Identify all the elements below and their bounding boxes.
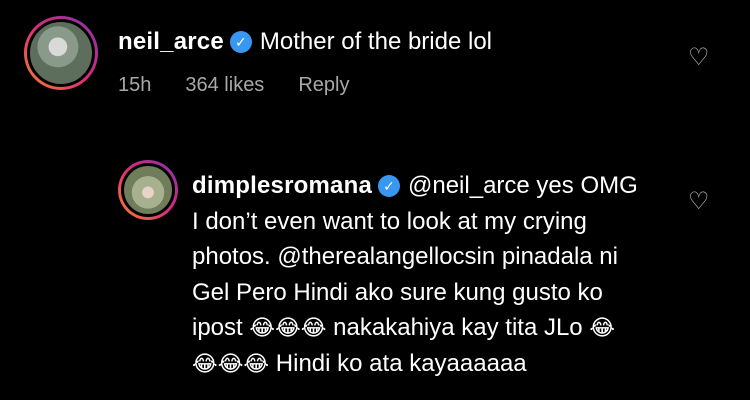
verified-icon: ✓ bbox=[378, 175, 400, 197]
reply-text-ipost: ipost bbox=[192, 314, 243, 341]
avatar-dimplesromana[interactable] bbox=[118, 160, 178, 220]
heart-icon[interactable]: ♡ bbox=[688, 190, 710, 214]
comment-timestamp: 15h bbox=[118, 74, 152, 96]
comment-meta: 15h 364 likes Reply bbox=[118, 74, 383, 97]
avatar-image bbox=[27, 19, 95, 87]
comment-reply-button[interactable]: Reply bbox=[298, 74, 349, 96]
laughing-emoji-icon: 😂 bbox=[589, 315, 616, 340]
reply-line-5: ipost 😂😂😂 nakakahiya kay tita JLo 😂 bbox=[192, 310, 692, 346]
heart-icon[interactable]: ♡ bbox=[688, 46, 710, 70]
comment-text: Mother of the bride lol bbox=[259, 28, 492, 55]
reply-text-line-6: Hindi ko ata kayaaaaaa bbox=[275, 349, 527, 377]
laughing-emoji-icon: 😂😂😂 bbox=[249, 315, 327, 340]
reply-text-line-4: Gel Pero Hindi ako sure kung gusto ko bbox=[192, 278, 603, 306]
avatar-neil-arce[interactable] bbox=[24, 16, 98, 90]
avatar-image bbox=[121, 163, 175, 217]
reply-line-6: 😂😂😂 Hindi ko ata kayaaaaaa bbox=[192, 346, 692, 382]
comment-header: neil_arce ✓ Mother of the bride lol bbox=[118, 28, 492, 56]
reply-text-line-2: I don’t even want to look at my crying bbox=[192, 207, 587, 235]
verified-icon: ✓ bbox=[229, 31, 252, 53]
comment-likes[interactable]: 364 likes bbox=[185, 74, 264, 96]
comment-username[interactable]: neil_arce bbox=[118, 28, 224, 55]
reply-body: dimplesromana ✓ @neil_arce yes OMG I don’t… bbox=[192, 168, 692, 381]
laughing-emoji-icon: 😂😂😂 bbox=[192, 350, 270, 376]
reply-text-line-1: @neil_arce yes OMG bbox=[408, 172, 638, 199]
reply-username[interactable]: dimplesromana bbox=[192, 172, 372, 199]
reply-line-1: dimplesromana ✓ @neil_arce yes OMG bbox=[192, 168, 692, 204]
reply-text-line-5: nakakahiya kay tita JLo bbox=[333, 314, 583, 341]
reply-text-line-3: photos. @therealangellocsin pinadala ni bbox=[192, 243, 618, 270]
